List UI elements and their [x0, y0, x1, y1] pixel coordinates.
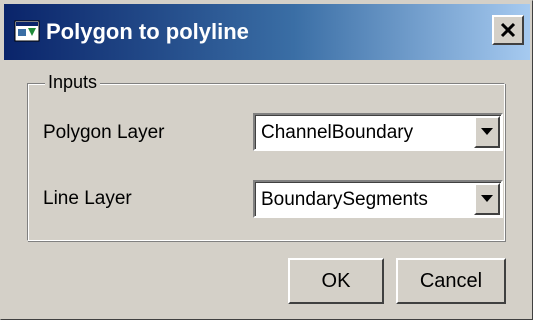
chevron-down-icon — [481, 195, 493, 202]
title-bar[interactable]: Polygon to polyline — [4, 4, 530, 60]
polygon-layer-value: ChannelBoundary — [261, 122, 414, 143]
chevron-down-icon — [481, 128, 493, 135]
close-button[interactable] — [492, 15, 524, 45]
line-layer-label: Line Layer — [43, 188, 132, 209]
line-layer-dropdown-button[interactable] — [474, 183, 500, 215]
polygon-layer-dropdown[interactable]: ChannelBoundary — [253, 113, 503, 151]
polygon-layer-dropdown-button[interactable] — [474, 116, 500, 148]
close-icon — [500, 22, 516, 38]
dialog-window: Polygon to polyline Inputs Polygon Layer… — [0, 0, 533, 320]
line-layer-dropdown[interactable]: BoundarySegments — [253, 180, 503, 218]
window-title: Polygon to polyline — [46, 19, 249, 44]
inputs-group-label: Inputs — [45, 71, 101, 93]
polygon-layer-label: Polygon Layer — [43, 122, 165, 143]
app-window-icon — [14, 20, 40, 42]
line-layer-value: BoundarySegments — [261, 189, 428, 210]
ok-button[interactable]: OK — [288, 258, 384, 304]
cancel-button[interactable]: Cancel — [396, 258, 506, 304]
